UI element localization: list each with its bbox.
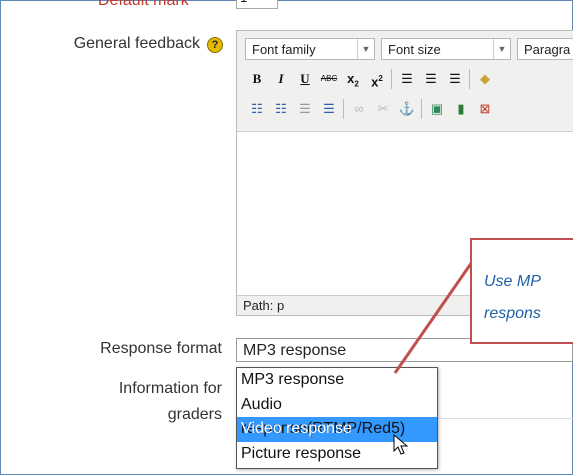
help-icon[interactable]: ? [207,37,223,53]
toolbar-separator [343,99,344,119]
font-size-select[interactable]: Font size ▼ [381,38,511,60]
callout-text-line1: Use MP [484,273,541,290]
general-feedback-label: General feedback [73,35,200,52]
align-left-icon[interactable]: ☰ [397,69,417,89]
clean-icon[interactable]: ◆ [475,69,495,89]
callout-text-line2: respons [484,305,541,322]
subscript-icon[interactable]: x2 [343,69,363,89]
align-center-icon[interactable]: ☰ [421,69,441,89]
default-mark-input[interactable]: 1 [236,0,278,9]
align-right-icon[interactable]: ☰ [445,69,465,89]
media-icon[interactable]: ▮ [451,99,471,119]
option-mp3-response[interactable]: MP3 response [237,368,437,393]
image-icon[interactable]: ▣ [427,99,447,119]
toolbar-separator [391,69,392,89]
default-mark-value: 1 [240,0,247,5]
chevron-down-icon: ▼ [357,39,374,59]
numbered-list-icon[interactable]: ☷ [271,99,291,119]
indent-icon[interactable]: ☰ [319,99,339,119]
chevron-down-icon: ▼ [493,39,510,59]
information-label-line2: graders [167,406,222,423]
toolbar-separator [421,99,422,119]
font-family-label: Font family [252,42,316,57]
insert-icon[interactable]: ⊠ [475,99,495,119]
font-size-label: Font size [388,42,441,57]
editor-toolbar: Font family ▼ Font size ▼ Paragra B I U … [237,31,573,132]
anchor-icon[interactable]: ⚓ [397,99,417,119]
response-format-selected: MP3 response [243,342,347,359]
strikethrough-icon[interactable]: ABC [319,69,339,89]
underline-icon[interactable]: U [295,69,315,89]
superscript-icon[interactable]: x2 [367,69,387,89]
outdent-icon[interactable]: ☰ [295,99,315,119]
callout-box: Use MP respons [470,238,573,344]
italic-icon[interactable]: I [271,69,291,89]
information-label-line1: Information for [118,380,222,397]
paragraph-label: Paragra [524,42,571,57]
toolbar-separator [469,69,470,89]
paragraph-select[interactable]: Paragra [517,38,573,60]
required-asterisk: * [208,0,213,6]
font-family-select[interactable]: Font family ▼ [245,38,375,60]
link-icon[interactable]: ∞ [349,99,369,119]
response-format-label: Response format [100,340,222,357]
option-audio-response[interactable]: Audio response(RTMP/Red5) [237,393,437,437]
default-mark-label: Default mark [98,0,189,9]
bullet-list-icon[interactable]: ☷ [247,99,267,119]
information-for-graders-label: Information for graders [22,376,222,428]
path-label: Path: p [243,298,285,313]
mouse-cursor-icon [393,434,409,455]
unlink-icon[interactable]: ✂ [373,99,393,119]
bold-icon[interactable]: B [247,69,267,89]
information-editor-edge [436,368,573,468]
